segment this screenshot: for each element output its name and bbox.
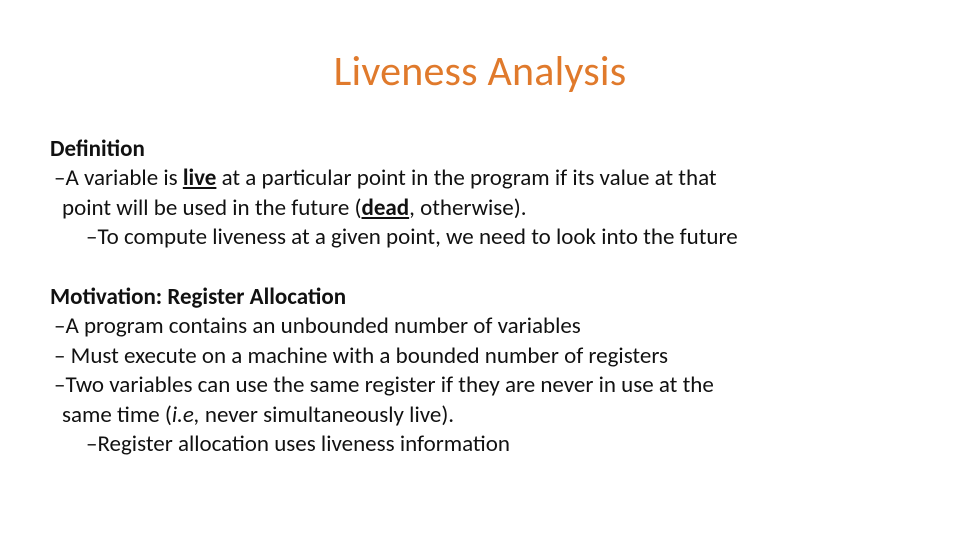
slide: Liveness Analysis Definition –A variable… — [0, 0, 960, 540]
keyword-live: live — [183, 164, 217, 192]
motivation-line-3a: –Two variables can use the same register… — [54, 371, 920, 400]
slide-title: Liveness Analysis — [0, 50, 960, 94]
motivation-line-4: –Register allocation uses liveness infor… — [86, 430, 920, 459]
motivation-line-3b: same time (i.e, never simultaneously liv… — [50, 401, 920, 430]
definition-heading: Definition — [50, 135, 920, 164]
keyword-dead: dead — [362, 194, 410, 222]
definition-line-2: point will be used in the future (dead, … — [50, 194, 920, 223]
slide-body: Definition –A variable is live at a part… — [50, 135, 920, 459]
motivation-heading: Motivation: Register Allocation — [50, 283, 920, 312]
spacer — [50, 253, 920, 283]
definition-line-1: –A variable is live at a particular poin… — [54, 164, 920, 193]
definition-line-3: –To compute liveness at a given point, w… — [86, 223, 920, 252]
text: never simultaneously live). — [200, 401, 454, 429]
motivation-line-1: –A program contains an unbounded number … — [54, 312, 920, 341]
text: , otherwise). — [409, 194, 526, 222]
text: point will be used in the future ( — [62, 194, 362, 222]
italic-ie: i.e, — [172, 401, 200, 429]
motivation-line-2: – Must execute on a machine with a bound… — [54, 342, 920, 371]
text: same time ( — [62, 401, 172, 429]
text: at a particular point in the program if … — [216, 164, 716, 192]
text: –A variable is — [54, 164, 183, 192]
